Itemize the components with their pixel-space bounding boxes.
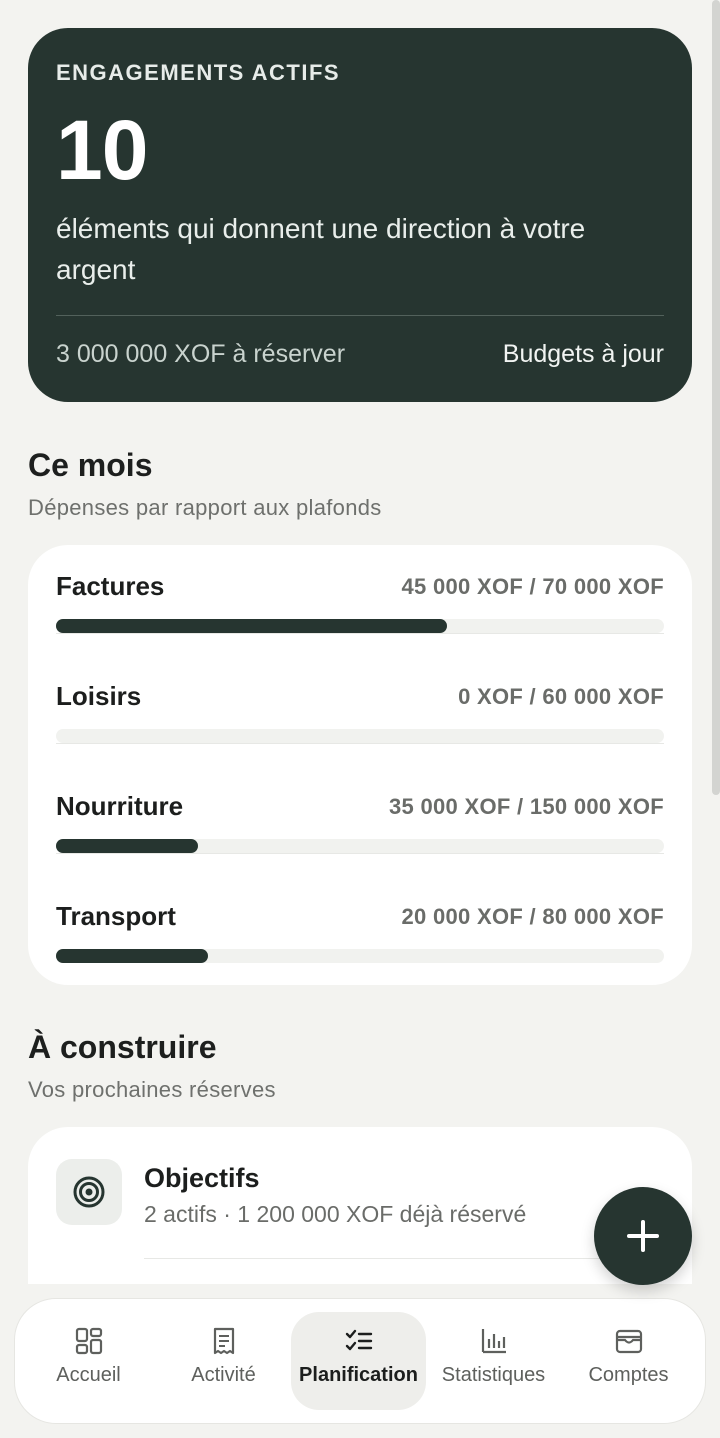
target-icon bbox=[56, 1159, 122, 1225]
section-title-to-build: À construire bbox=[28, 1029, 217, 1065]
budget-progress-track bbox=[56, 729, 664, 743]
planning-screen: ENGAGEMENTS ACTIFS 10 éléments qui donne… bbox=[0, 0, 720, 1438]
budget-progress-fill bbox=[56, 619, 447, 633]
goal-title: Objectifs bbox=[144, 1163, 260, 1193]
nav-item-activite[interactable]: Activité bbox=[156, 1312, 291, 1410]
nav-label: Activité bbox=[191, 1364, 256, 1386]
nav-label: Accueil bbox=[56, 1364, 121, 1386]
budget-amount: 35 000 XOF / 150 000 XOF bbox=[388, 794, 664, 819]
hero-divider bbox=[56, 315, 664, 316]
hero-description: éléments qui donnent une direction à vot… bbox=[56, 213, 586, 285]
section-title-this-month: Ce mois bbox=[28, 447, 153, 483]
nav-label: Comptes bbox=[588, 1364, 669, 1386]
budget-row-loisirs[interactable]: Loisirs 0 XOF / 60 000 XOF bbox=[56, 655, 664, 765]
nav-item-accueil[interactable]: Accueil bbox=[21, 1312, 156, 1410]
section-subtitle-to-build: Vos prochaines réserves bbox=[28, 1077, 276, 1102]
wallet-icon bbox=[615, 1329, 642, 1354]
section-subtitle-this-month: Dépenses par rapport aux plafonds bbox=[28, 495, 382, 520]
budget-amount: 45 000 XOF / 70 000 XOF bbox=[401, 574, 664, 599]
budget-amount: 0 XOF / 60 000 XOF bbox=[458, 684, 664, 709]
checklist-icon bbox=[345, 1329, 372, 1351]
row-divider bbox=[56, 633, 664, 634]
row-divider bbox=[56, 853, 664, 854]
budget-name: Factures bbox=[56, 571, 165, 601]
nav-label: Planification bbox=[299, 1364, 418, 1386]
goal-meta: 2 actifs · 1 200 000 XOF déjà réservé bbox=[144, 1201, 527, 1227]
grid-icon bbox=[75, 1327, 102, 1355]
budget-progress-track bbox=[56, 839, 664, 853]
budget-progress-fill bbox=[56, 839, 198, 853]
budget-amount: 20 000 XOF / 80 000 XOF bbox=[401, 904, 664, 929]
nav-item-planification[interactable]: Planification bbox=[291, 1312, 426, 1410]
nav-label: Statistiques bbox=[441, 1364, 546, 1386]
budget-row-factures[interactable]: Factures 45 000 XOF / 70 000 XOF bbox=[56, 545, 664, 655]
nav-item-statistiques[interactable]: Statistiques bbox=[426, 1312, 561, 1410]
hero-footer: 3 000 000 XOF à réserver Budgets à jour bbox=[56, 340, 664, 369]
budgets-status: Budgets à jour bbox=[502, 340, 664, 368]
bottom-navigation: Accueil Activité Planification Statistiq… bbox=[14, 1298, 706, 1424]
budget-progress-track bbox=[56, 949, 664, 963]
row-divider bbox=[144, 1258, 664, 1259]
bar-chart-icon bbox=[481, 1329, 506, 1354]
hero-eyebrow: ENGAGEMENTS ACTIFS bbox=[56, 60, 341, 85]
budget-progress-fill bbox=[56, 949, 208, 963]
row-divider bbox=[56, 743, 664, 744]
nav-item-comptes[interactable]: Comptes bbox=[561, 1312, 696, 1410]
commitments-count: 10 bbox=[56, 103, 148, 197]
budget-name: Loisirs bbox=[56, 681, 142, 711]
active-commitments-card[interactable]: ENGAGEMENTS ACTIFS 10 éléments qui donne… bbox=[28, 28, 692, 402]
amount-to-reserve: 3 000 000 XOF à réserver bbox=[56, 340, 346, 368]
receipt-icon bbox=[213, 1327, 234, 1355]
budget-name: Nourriture bbox=[56, 791, 184, 821]
budget-progress-track bbox=[56, 619, 664, 633]
budget-name: Transport bbox=[56, 901, 176, 931]
budget-row-nourriture[interactable]: Nourriture 35 000 XOF / 150 000 XOF bbox=[56, 765, 664, 875]
plus-icon bbox=[627, 1220, 659, 1252]
add-button[interactable] bbox=[594, 1187, 692, 1285]
scrollbar[interactable] bbox=[712, 0, 720, 795]
budget-row-transport[interactable]: Transport 20 000 XOF / 80 000 XOF bbox=[56, 875, 664, 985]
budgets-card: Factures 45 000 XOF / 70 000 XOF Loisirs… bbox=[28, 545, 692, 985]
